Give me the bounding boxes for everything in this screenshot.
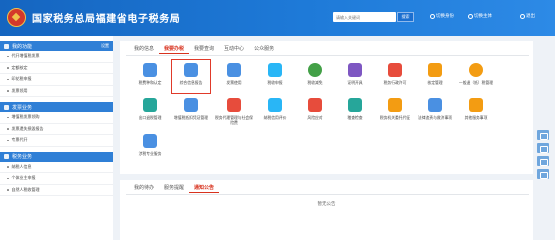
- tile-assessment[interactable]: 核定管理: [416, 63, 454, 93]
- tax-icon: [4, 154, 9, 159]
- sidebar-section-invoice[interactable]: 发票业务: [0, 102, 113, 112]
- sidebar-item[interactable]: 印花税申报: [0, 74, 113, 86]
- service-tabs: 我的信息 我要办税 我要查询 互动中心 公众服务: [129, 45, 279, 54]
- tile-collection[interactable]: 税务机关委托代征: [376, 98, 414, 128]
- sidebar-item[interactable]: 代开增值税发票: [0, 51, 113, 63]
- discount-icon: [308, 63, 322, 77]
- switch-entity-icon: [468, 13, 473, 19]
- sidebar-item[interactable]: 个体业主申报: [0, 173, 113, 185]
- tile-legal[interactable]: 法律追责与救济事项: [416, 98, 454, 128]
- sidebar-item[interactable]: 定额核定: [0, 63, 113, 74]
- certificate-icon: [348, 63, 362, 77]
- notice-panel: 我的待办 服务提醒 通知公告 暂无公告: [120, 180, 533, 240]
- agent-icon: [227, 98, 241, 112]
- tile-credit[interactable]: 纳税信用评价: [256, 98, 294, 128]
- tab-announcements[interactable]: 通知公告: [189, 184, 220, 193]
- refund-icon: [469, 63, 483, 77]
- back-to-top-icon[interactable]: [537, 169, 549, 179]
- tab-handle-tax[interactable]: 我要办税: [159, 45, 190, 54]
- service-icon: [143, 134, 157, 148]
- switch-user-icon: [430, 13, 435, 19]
- tab-interaction[interactable]: 互动中心: [219, 45, 249, 54]
- tab-my-info[interactable]: 我的信息: [129, 45, 159, 54]
- tab-reminders[interactable]: 服务提醒: [159, 184, 189, 193]
- sidebar-item[interactable]: 自然人税收管理: [0, 185, 113, 196]
- tab-divider: [126, 194, 529, 195]
- sidebar-section-my-functions[interactable]: 我的功能 设置: [0, 41, 113, 51]
- tile-risk[interactable]: 风险应对: [296, 98, 334, 128]
- credit-icon: [268, 98, 282, 112]
- tile-professional-service[interactable]: 涉税专业服务: [131, 134, 169, 164]
- tab-query[interactable]: 我要查询: [189, 45, 219, 54]
- tile-tax-relief[interactable]: 税收减免: [296, 63, 334, 93]
- invoice-icon: [227, 63, 241, 77]
- tile-deduction[interactable]: 增值税抵扣凭证管理: [172, 98, 210, 128]
- tile-tax-type[interactable]: 税费种和认定: [131, 63, 169, 93]
- invoice-icon: [4, 104, 9, 110]
- tax-emblem-logo: [7, 8, 26, 27]
- sidebar-item[interactable]: 发票遗失损毁报告: [0, 124, 113, 135]
- tab-divider: [126, 55, 529, 56]
- tile-license[interactable]: 税务行政许可: [376, 63, 414, 93]
- license-icon: [388, 63, 402, 77]
- sidebar-item[interactable]: 增值税发票领购: [0, 112, 113, 124]
- search-input[interactable]: [333, 12, 396, 22]
- sidebar: 我的功能 设置 代开增值税发票 定额核定 印花税申报 发票领用 发票业务 增值税…: [0, 36, 113, 240]
- sidebar-item[interactable]: 纳税人信息: [0, 162, 113, 173]
- switch-user-link[interactable]: 切换身份: [430, 13, 454, 19]
- tile-info-report[interactable]: 综合信息报告: [171, 59, 211, 94]
- site-title: 国家税务总局福建省电子税务局: [32, 14, 181, 25]
- edit-icon: [428, 63, 442, 77]
- deduct-icon: [184, 98, 198, 112]
- tile-other[interactable]: 其他服务事项: [457, 98, 495, 128]
- risk-icon: [308, 98, 322, 112]
- other-icon: [469, 98, 483, 112]
- export-icon: [143, 98, 157, 112]
- search-button[interactable]: 搜索: [397, 12, 414, 22]
- switch-entity-link[interactable]: 切换主体: [468, 13, 492, 19]
- document-icon: [184, 63, 198, 77]
- tile-agent[interactable]: 税务代理管理与社会保险费: [215, 98, 253, 128]
- tile-export-refund[interactable]: 出口退税管理: [131, 98, 169, 128]
- tile-invoice-use[interactable]: 发票使用: [215, 63, 253, 93]
- tile-inspection[interactable]: 稽查检查: [336, 98, 374, 128]
- feedback-icon[interactable]: [537, 156, 549, 166]
- report-icon: [268, 63, 282, 77]
- site-header: 国家税务总局福建省电子税务局 搜索 切换身份 切换主体 退出: [0, 0, 555, 36]
- service-panel: 我的信息 我要办税 我要查询 互动中心 公众服务 税费种和认定 综合信息报告 发…: [120, 41, 533, 174]
- tile-certificate[interactable]: 证明开具: [336, 63, 374, 93]
- settings-link[interactable]: 设置: [101, 43, 109, 49]
- box-icon: [143, 63, 157, 77]
- collect-icon: [388, 98, 402, 112]
- sidebar-item[interactable]: 专票代开: [0, 135, 113, 147]
- tab-todo[interactable]: 我的待办: [129, 184, 159, 193]
- grid-icon: [4, 43, 9, 49]
- notice-tabs: 我的待办 服务提醒 通知公告: [129, 184, 220, 193]
- message-icon[interactable]: [537, 143, 549, 153]
- tile-tax-declare[interactable]: 税收申报: [256, 63, 294, 93]
- online-service-icon[interactable]: [537, 130, 549, 140]
- tile-refund[interactable]: 一般退（抵）税管理: [457, 63, 495, 93]
- logout-link[interactable]: 退出: [520, 13, 535, 19]
- law-icon: [428, 98, 442, 112]
- empty-message: 暂无公告: [317, 202, 336, 207]
- tab-public-service[interactable]: 公众服务: [249, 45, 279, 54]
- sidebar-item[interactable]: 发票领用: [0, 86, 113, 97]
- logout-icon: [520, 13, 525, 19]
- inspect-icon: [348, 98, 362, 112]
- sidebar-section-tax[interactable]: 税务业务: [0, 151, 113, 162]
